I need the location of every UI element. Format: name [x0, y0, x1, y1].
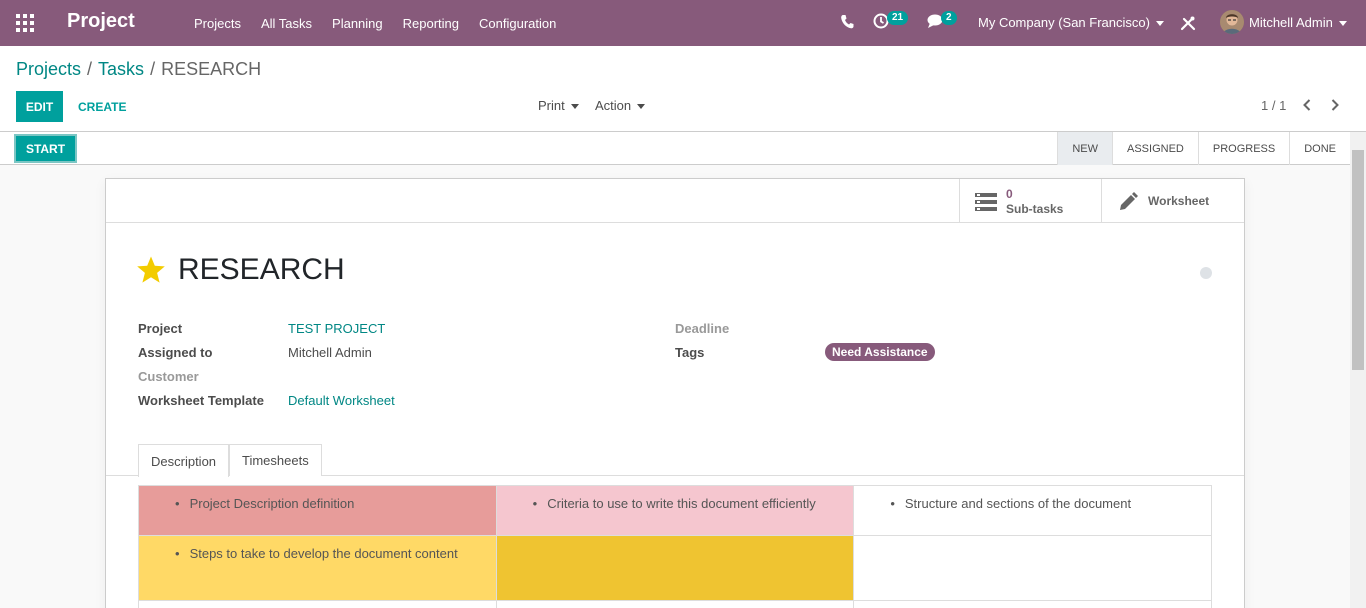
customer-label: Customer: [138, 369, 199, 384]
notebook-tabs: Description Timesheets: [106, 444, 1244, 477]
message-count-badge: 2: [941, 11, 957, 25]
stage-progress[interactable]: PROGRESS: [1197, 132, 1289, 165]
list-item: Criteria to use to write this document e…: [511, 496, 840, 511]
project-label: Project: [138, 321, 183, 336]
company-switcher[interactable]: My Company (San Francisco): [978, 15, 1164, 30]
create-button[interactable]: CREATE: [70, 91, 134, 122]
status-bar: START NEW ASSIGNED PROGRESS DONE: [0, 132, 1350, 165]
chevron-right-icon[interactable]: [1328, 97, 1342, 113]
app-brand[interactable]: Project: [67, 10, 135, 33]
control-panel: Projects / Tasks / RESEARCH EDIT CREATE Prin…: [0, 46, 1366, 132]
worksheet-template-value[interactable]: Default Worksheet: [288, 393, 395, 408]
stage-done[interactable]: DONE: [1289, 132, 1350, 165]
smart-button-box: 0 Sub-tasks Worksheet: [106, 179, 1244, 223]
tag-badge: Need Assistance: [825, 343, 935, 361]
menu-configuration[interactable]: Configuration: [469, 16, 566, 31]
worksheet-label: Worksheet: [1148, 194, 1210, 208]
stage-pipeline: NEW ASSIGNED PROGRESS DONE: [1057, 132, 1350, 165]
task-title[interactable]: RESEARCH: [178, 253, 345, 287]
print-dropdown[interactable]: Print: [538, 98, 579, 113]
star-icon[interactable]: [136, 255, 166, 285]
table-cell[interactable]: Project Description definition: [138, 485, 497, 536]
table-cell[interactable]: [138, 600, 497, 608]
chevron-down-icon: [637, 104, 646, 110]
activity-count-badge: 21: [887, 11, 909, 25]
debug-tools-icon[interactable]: [1180, 15, 1196, 31]
chevron-left-icon[interactable]: [1300, 97, 1314, 113]
menu-planning[interactable]: Planning: [322, 16, 393, 31]
menu-projects[interactable]: Projects: [184, 16, 251, 31]
assigned-to-value: Mitchell Admin: [288, 345, 372, 360]
page-scrollbar[interactable]: [1350, 132, 1366, 608]
chevron-down-icon: [1338, 21, 1347, 27]
kanban-state-indicator[interactable]: [1200, 267, 1212, 279]
tab-description[interactable]: Description: [138, 444, 230, 477]
tasks-list-icon: [975, 193, 997, 211]
user-avatar[interactable]: [1220, 10, 1244, 34]
deadline-label: Deadline: [675, 321, 730, 336]
breadcrumb-projects[interactable]: Projects: [16, 59, 81, 79]
breadcrumb-separator: /: [150, 59, 156, 79]
subtasks-button[interactable]: 0 Sub-tasks: [959, 179, 1101, 223]
menu-reporting[interactable]: Reporting: [393, 16, 469, 31]
start-button[interactable]: START: [16, 136, 75, 161]
stage-assigned[interactable]: ASSIGNED: [1112, 132, 1198, 165]
list-item: Steps to take to develop the document co…: [153, 546, 482, 561]
table-cell[interactable]: [853, 535, 1212, 601]
main-menu: Projects All Tasks Planning Reporting Co…: [184, 0, 566, 46]
subtasks-label: Sub-tasks: [1006, 202, 1064, 216]
assigned-to-label: Assigned to: [138, 345, 213, 360]
breadcrumb-tasks[interactable]: Tasks: [98, 59, 144, 79]
top-navbar: Project Projects All Tasks Planning Repo…: [0, 0, 1366, 46]
menu-all-tasks[interactable]: All Tasks: [251, 16, 322, 31]
breadcrumb-separator: /: [87, 59, 93, 79]
company-name: My Company (San Francisco): [978, 15, 1150, 30]
table-cell[interactable]: [853, 600, 1212, 608]
edit-button[interactable]: EDIT: [16, 91, 63, 122]
breadcrumb-current: RESEARCH: [161, 59, 262, 79]
table-cell[interactable]: Steps to take to develop the document co…: [138, 535, 497, 601]
project-value[interactable]: TEST PROJECT: [288, 321, 385, 336]
scrollbar-thumb[interactable]: [1352, 150, 1364, 370]
pencil-icon: [1120, 192, 1138, 210]
breadcrumb: Projects / Tasks / RESEARCH: [16, 59, 261, 80]
action-label: Action: [595, 98, 632, 113]
table-cell[interactable]: [495, 535, 855, 601]
list-item: Structure and sections of the document: [868, 496, 1197, 511]
phone-icon[interactable]: [840, 14, 854, 30]
list-item: Project Description definition: [153, 496, 482, 511]
user-name: Mitchell Admin: [1249, 15, 1333, 30]
table-cell[interactable]: [495, 600, 855, 608]
table-cell[interactable]: Criteria to use to write this document e…: [495, 485, 855, 536]
user-menu[interactable]: Mitchell Admin: [1249, 15, 1347, 30]
tab-timesheets[interactable]: Timesheets: [229, 444, 322, 476]
stage-new[interactable]: NEW: [1057, 132, 1112, 165]
print-label: Print: [538, 98, 565, 113]
table-cell[interactable]: Structure and sections of the document: [853, 485, 1212, 536]
chevron-down-icon: [570, 104, 579, 110]
apps-grid-icon[interactable]: [16, 14, 34, 32]
action-dropdown[interactable]: Action: [595, 98, 646, 113]
chevron-down-icon: [1155, 21, 1164, 27]
tags-label: Tags: [675, 345, 705, 360]
worksheet-template-label: Worksheet Template: [138, 393, 264, 408]
worksheet-button[interactable]: Worksheet: [1101, 179, 1244, 223]
subtasks-count: 0: [1006, 187, 1013, 201]
form-sheet: 0 Sub-tasks Worksheet RESEARCH Project T…: [105, 178, 1245, 608]
description-table: Project Description definition Criteria …: [138, 485, 1212, 608]
pager-value[interactable]: 1 / 1: [1261, 98, 1286, 113]
